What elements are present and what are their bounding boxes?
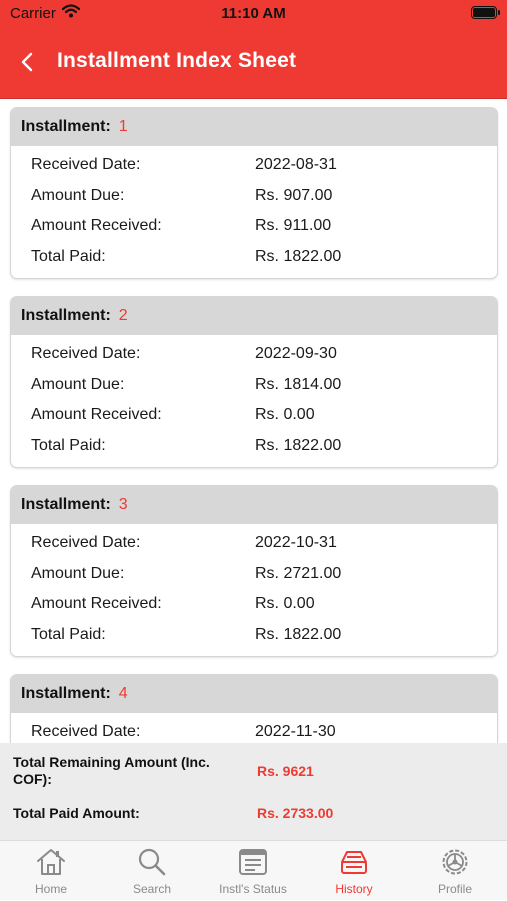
- amount-received-label: Amount Received:: [31, 406, 162, 423]
- tab-label: History: [335, 882, 373, 896]
- amount-received-label: Amount Received:: [31, 217, 162, 234]
- total-paid-label: Total Paid:: [31, 247, 106, 265]
- tab-home[interactable]: Home: [1, 847, 101, 901]
- page-title: Installment Index Sheet: [57, 49, 297, 72]
- received-date-label: Received Date:: [31, 345, 141, 362]
- gear-icon: [442, 849, 468, 875]
- installment-number: 1: [118, 118, 128, 135]
- totals-panel: Total Remaining Amount (Inc. COF): Rs. 9…: [0, 743, 507, 840]
- amount-due-label: Amount Due:: [31, 564, 125, 582]
- amount-due-row: Amount Due: Rs. 1814.00: [11, 370, 497, 401]
- installment-label: Installment:: [21, 307, 111, 324]
- received-date-label: Received Date:: [31, 156, 141, 173]
- installment-number: 2: [118, 307, 128, 324]
- installment-label: Installment:: [21, 118, 111, 135]
- status-time: 11:10 AM: [221, 5, 286, 22]
- received-date-value: 2022-11-30: [255, 723, 336, 740]
- received-date-row: Received Date: 2022-10-31: [11, 528, 497, 559]
- amount-due-row: Amount Due: Rs. 2721.00: [11, 559, 497, 590]
- amount-due-row: Amount Due: Rs. 907.00: [11, 181, 497, 212]
- home-icon: [37, 849, 65, 875]
- total-remaining-value: Rs. 9621: [257, 763, 314, 779]
- received-date-row: Received Date: 2022-09-30: [11, 339, 497, 370]
- received-date-label: Received Date:: [31, 723, 141, 740]
- tab-instl-status[interactable]: Instl's Status: [203, 847, 303, 901]
- total-remaining-label: Total Remaining Amount (Inc. COF):: [13, 754, 210, 787]
- amount-due-label: Amount Due:: [31, 186, 125, 204]
- tab-label: Profile: [437, 882, 472, 896]
- received-date-value: 2022-08-31: [255, 156, 337, 173]
- tab-history[interactable]: History: [304, 847, 404, 901]
- installment-card: Installment: 2 Received Date: 2022-09-30 …: [10, 296, 498, 468]
- total-paid-amount-label: Total Paid Amount:: [13, 805, 140, 821]
- total-paid-label: Total Paid:: [31, 436, 106, 454]
- tab-bar: Home Search Instl's Status History Profi…: [0, 840, 507, 900]
- history-icon: [341, 851, 367, 874]
- amount-received-row: Amount Received: Rs. 911.00: [11, 211, 497, 242]
- received-date-value: 2022-10-31: [255, 534, 337, 551]
- amount-received-row: Amount Received: Rs. 0.00: [11, 589, 497, 620]
- battery-icon: [471, 6, 500, 19]
- installment-card-header: Installment: 4: [11, 675, 497, 713]
- tab-label: Search: [132, 882, 172, 896]
- tab-label: Home: [34, 882, 67, 896]
- total-paid-amount-value: Rs. 2733.00: [257, 805, 334, 821]
- navigation-bar: Installment Index Sheet: [0, 26, 507, 99]
- installment-card: Installment: 4 Received Date: 2022-11-30: [10, 674, 498, 743]
- total-paid-value: Rs. 1822.00: [255, 625, 342, 643]
- installment-number: 3: [118, 496, 128, 513]
- installment-card: Installment: 1 Received Date: 2022-08-31 …: [10, 107, 498, 279]
- amount-received-row: Amount Received: Rs. 0.00: [11, 400, 497, 431]
- chevron-left-icon: [21, 52, 33, 72]
- received-date-label: Received Date:: [31, 534, 141, 551]
- total-paid-value: Rs. 1822.00: [255, 247, 342, 265]
- installment-number: 4: [118, 685, 128, 702]
- total-paid-label: Total Paid:: [31, 625, 106, 643]
- installment-label: Installment:: [21, 685, 111, 702]
- document-icon: [239, 849, 267, 875]
- amount-due-label: Amount Due:: [31, 375, 125, 393]
- total-paid-value: Rs. 1822.00: [255, 436, 342, 454]
- tab-label: Instl's Status: [219, 882, 287, 896]
- installment-card-header: Installment: 3: [11, 486, 497, 524]
- amount-due-value: Rs. 1814.00: [255, 375, 342, 393]
- tab-profile[interactable]: Profile: [405, 847, 505, 901]
- installment-card-header: Installment: 1: [11, 108, 497, 146]
- tab-search[interactable]: Search: [102, 847, 202, 901]
- installment-card-header: Installment: 2: [11, 297, 497, 335]
- total-paid-row: Total Paid: Rs. 1822.00: [11, 242, 497, 273]
- installment-label: Installment:: [21, 496, 111, 513]
- search-icon: [138, 848, 166, 876]
- back-button[interactable]: [12, 46, 42, 78]
- installment-card: Installment: 3 Received Date: 2022-10-31 …: [10, 485, 498, 657]
- amount-received-label: Amount Received:: [31, 595, 162, 612]
- amount-received-value: Rs. 0.00: [255, 595, 315, 612]
- received-date-row: Received Date: 2022-11-30: [11, 717, 497, 743]
- amount-received-value: Rs. 911.00: [255, 217, 332, 234]
- amount-due-value: Rs. 907.00: [255, 186, 333, 204]
- total-paid-row: Total Paid: Rs. 1822.00: [11, 620, 497, 651]
- received-date-value: 2022-09-30: [255, 345, 337, 362]
- amount-due-value: Rs. 2721.00: [255, 564, 342, 582]
- status-bar: Carrier 11:10 AM: [0, 0, 507, 26]
- received-date-row: Received Date: 2022-08-31: [11, 150, 497, 181]
- amount-received-value: Rs. 0.00: [255, 406, 315, 423]
- installment-list[interactable]: Installment: 1 Received Date: 2022-08-31 …: [0, 99, 507, 743]
- total-paid-row: Total Paid: Rs. 1822.00: [11, 431, 497, 462]
